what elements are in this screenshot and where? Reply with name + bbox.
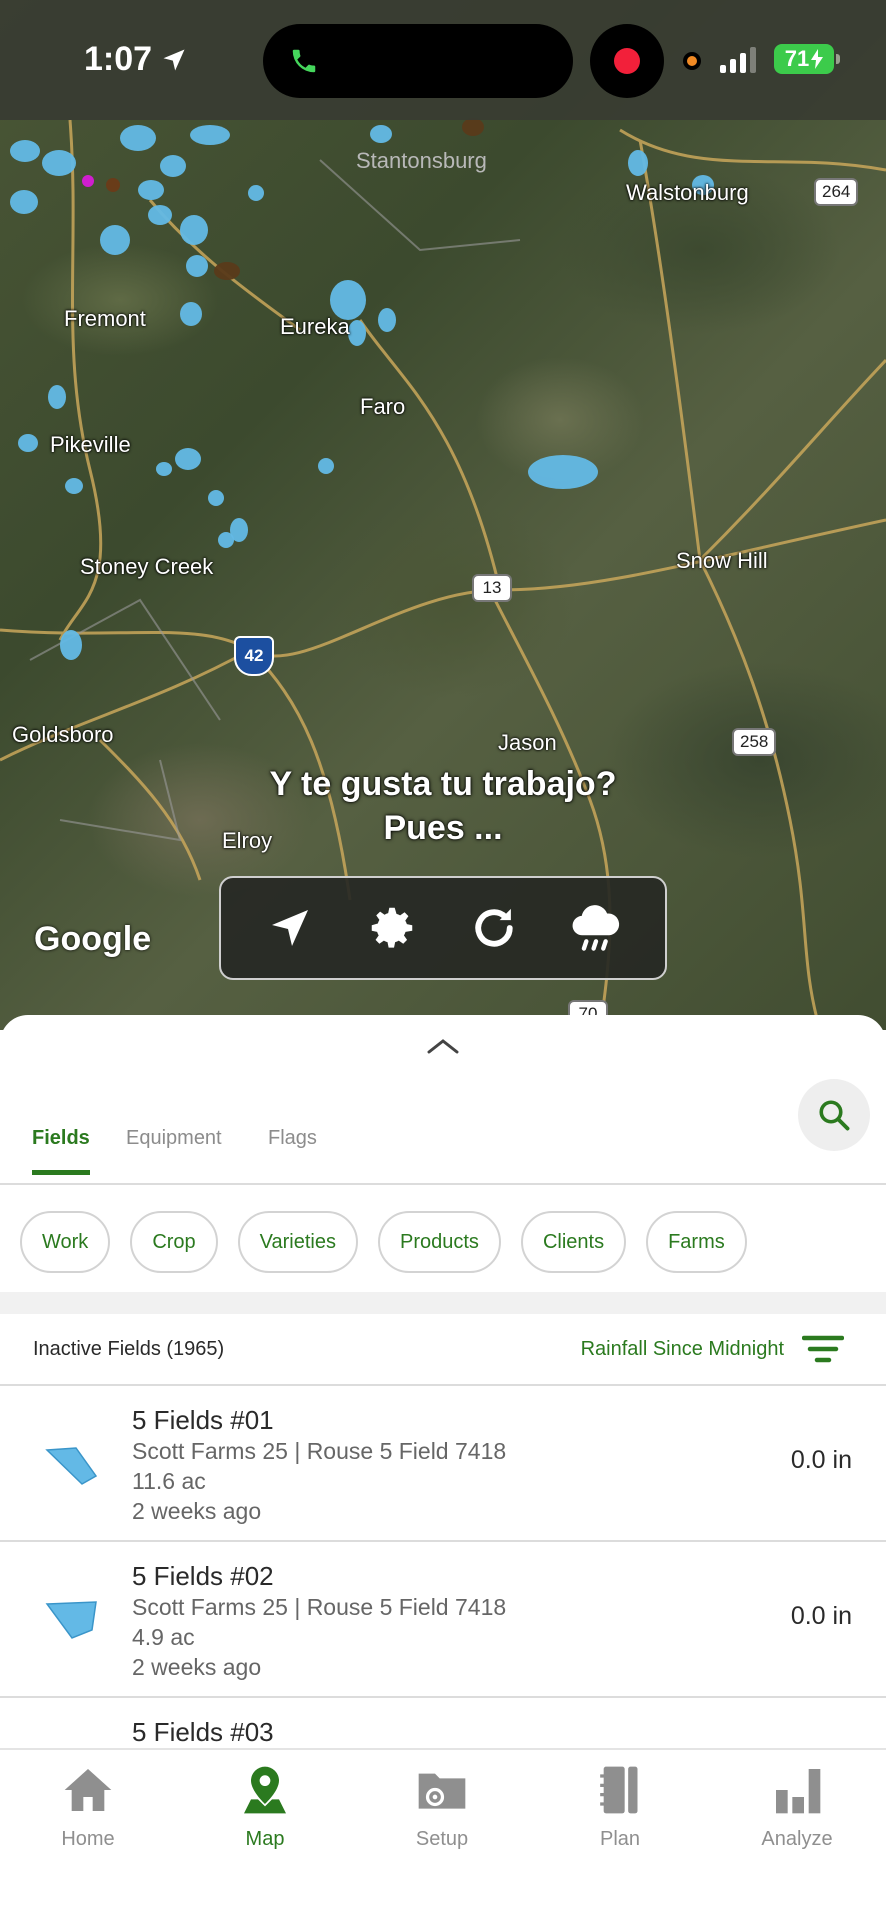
field-farm: Scott Farms 25 | Rouse 5 Field 7418 [132,1594,507,1620]
map-label-faro: Faro [360,394,406,419]
nav-setup-label: Setup [415,1828,469,1850]
field-name: 5 Fields #03 [132,1717,274,1747]
nav-home-label: Home [61,1828,115,1850]
field-farm: Scott Farms 25 | Rouse 5 Field 7418 [132,1438,507,1464]
field-rainfall: 0.0 in [790,1446,852,1474]
nav-map[interactable]: Map [195,1762,335,1851]
chip-clients[interactable]: Clients [520,1211,627,1273]
field-acres: 11.6 ac [132,1468,206,1494]
folder-gear-icon [418,1773,466,1809]
field-name: 5 Fields #02 [132,1561,274,1591]
video-caption: Y te gusta tu trabajo? Pues ... [0,762,886,850]
nav-plan[interactable]: Plan [550,1762,690,1851]
field-row[interactable]: 5 Fields #02 Scott Farms 25 | Rouse 5 Fi… [0,1542,886,1698]
sheet-tabs: Fields Equipment Flags [0,1115,886,1185]
nav-map-label: Map [245,1828,285,1850]
phone-call-icon [292,49,316,73]
filter-icon[interactable] [802,1334,844,1366]
nav-analyze[interactable]: Analyze [727,1762,867,1851]
record-dot-icon [614,48,640,74]
fields-list-header: Inactive Fields (1965) Rainfall Since Mi… [0,1314,886,1386]
nav-plan-label: Plan [599,1828,641,1850]
map-toolbar [219,876,667,980]
nav-setup[interactable]: Setup [372,1762,512,1851]
field-row[interactable]: 5 Fields #03 [0,1698,886,1747]
map-label-stoney-creek: Stoney Creek [80,554,214,579]
map-label-snow-hill: Snow Hill [676,548,768,573]
map-label-fremont: Fremont [64,306,146,331]
bar-chart-icon [776,1769,821,1814]
map-pin-icon [244,1766,286,1814]
caption-line-2: Pues ... [383,809,503,847]
status-bar: 1:07 71 [0,0,886,120]
map-label-eureka: Eureka [280,314,350,339]
field-rainfall: 0.0 in [790,1602,852,1630]
tab-flags[interactable]: Flags [268,1127,317,1170]
dynamic-island[interactable] [263,24,573,98]
notebook-icon [600,1766,638,1814]
filter-chips: Work Crop Varieties Products Clients Far… [20,1211,747,1273]
map-label-pikeville: Pikeville [50,432,131,457]
rain-cloud-icon[interactable] [564,896,628,960]
map-label-stantonsburg: Stantonsburg [356,148,487,173]
section-divider [0,1292,886,1314]
tab-fields[interactable]: Fields [32,1127,90,1175]
caption-line-1: Y te gusta tu trabajo? [269,765,617,803]
route-shield-264: 264 [814,178,859,206]
tab-equipment[interactable]: Equipment [126,1127,222,1170]
battery-indicator: 71 [774,44,840,74]
clock-time: 1:07 [84,40,153,78]
nav-analyze-label: Analyze [761,1828,833,1850]
field-row[interactable]: 5 Fields #01 Scott Farms 25 | Rouse 5 Fi… [0,1386,886,1542]
bottom-tab-bar: Home Map Setup Plan Analyze [0,1748,886,1920]
clock: 1:07 [84,40,188,79]
field-acres: 4.9 ac [132,1624,195,1650]
field-updated: 2 weeks ago [132,1654,262,1680]
gear-icon[interactable] [360,896,424,960]
location-arrow-icon[interactable] [258,896,322,960]
field-shape-icon [45,1601,97,1639]
chip-crop[interactable]: Crop [130,1211,218,1273]
satellite-map[interactable]: Stantonsburg Walstonburg Fremont Eureka … [0,0,886,1030]
field-name: 5 Fields #01 [132,1405,274,1435]
chip-work[interactable]: Work [20,1211,111,1273]
map-label-walstonburg: Walstonburg [626,180,749,205]
route-shield-258: 258 [732,728,777,756]
chevron-up-icon[interactable] [426,1035,460,1057]
map-label-goldsboro: Goldsboro [12,722,114,747]
location-services-icon [163,49,185,70]
map-label-jason: Jason [498,730,557,755]
chip-products[interactable]: Products [378,1211,501,1273]
interstate-shield-42: 42 [234,636,274,676]
battery-level: 71 [784,46,810,71]
charging-bolt-icon [811,49,824,69]
nav-home[interactable]: Home [18,1762,158,1851]
inactive-fields-count: Inactive Fields (1965) [33,1338,225,1360]
field-shape-icon [45,1447,98,1485]
screen-recording-indicator[interactable] [590,24,664,98]
google-attribution: Google [34,920,152,958]
sort-rainfall-label[interactable]: Rainfall Since Midnight [581,1338,784,1361]
microphone-in-use-indicator [683,52,701,70]
chip-varieties[interactable]: Varieties [237,1211,358,1273]
cellular-signal-icon [720,45,756,73]
field-updated: 2 weeks ago [132,1498,262,1524]
home-icon [64,1769,112,1811]
chip-farms[interactable]: Farms [646,1211,747,1273]
refresh-icon[interactable] [462,896,526,960]
route-shield-13: 13 [472,574,512,602]
